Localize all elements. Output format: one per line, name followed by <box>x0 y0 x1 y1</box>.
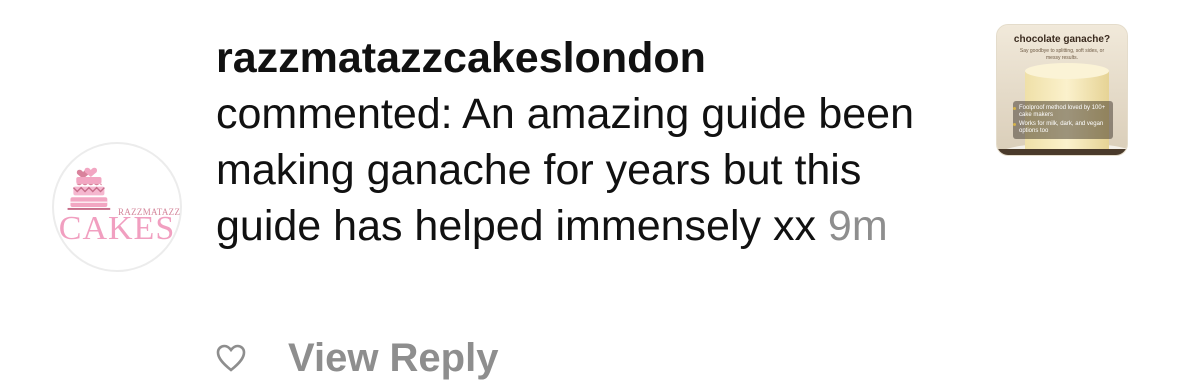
comment-timestamp: 9m <box>827 202 888 250</box>
avatar-brand-big: CAKES <box>58 210 176 247</box>
view-reply-button[interactable]: View Reply <box>288 336 498 380</box>
thumbnail-bullet: Works for milk, dark, and vegan options … <box>1019 121 1115 135</box>
comment-body: razzmatazzcakeslondon commented: An amaz… <box>216 30 976 254</box>
heart-icon[interactable] <box>216 344 246 372</box>
comment-text: commented: An amazing guide been making … <box>216 90 915 250</box>
username[interactable]: razzmatazzcakeslondon <box>216 30 976 86</box>
thumbnail-bullets: Foolproof method loved by 100+ cake make… <box>1019 105 1115 137</box>
thumbnail-heading: chocolate ganache? <box>1013 34 1111 45</box>
thumbnail-bullet: Foolproof method loved by 100+ cake make… <box>1019 105 1115 119</box>
thumbnail-subheading: Say goodbye to splitting, soft sides, or… <box>1019 48 1105 61</box>
avatar[interactable]: RAZZMATAZZ CAKES <box>52 142 182 272</box>
post-thumbnail[interactable]: chocolate ganache? Say goodbye to splitt… <box>996 24 1128 156</box>
